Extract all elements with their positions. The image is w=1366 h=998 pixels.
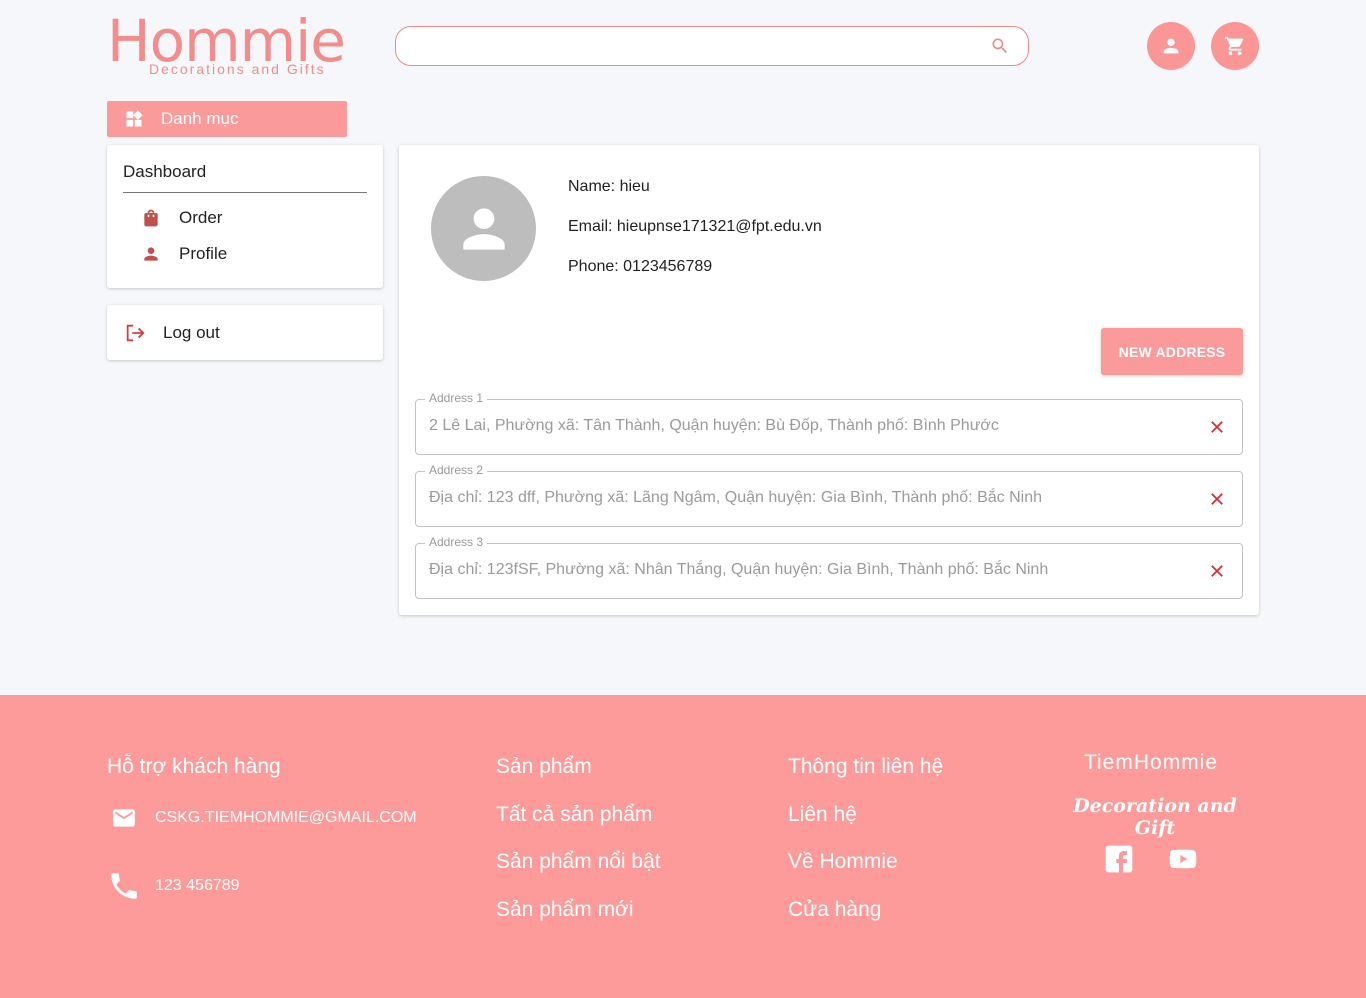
products-title: Sản phẩm	[496, 755, 592, 778]
person-icon	[144, 247, 158, 261]
footer-link[interactable]: Sản phẩm mới	[496, 898, 634, 922]
profile-email: Email: hieupnse171321@fpt.edu.vn	[568, 218, 822, 235]
search-icon[interactable]	[990, 36, 1010, 56]
dashboard-title: Dashboard	[123, 162, 207, 181]
divider	[123, 192, 367, 193]
address-value[interactable]: 2 Lê Lai, Phường xã: Tân Thành, Quận huy…	[429, 417, 999, 435]
new-address-button[interactable]: NEW ADDRESS	[1101, 328, 1243, 375]
support-phone[interactable]: 123 456789	[107, 869, 240, 903]
profile-card: Name: hieu Email: hieupnse171321@fpt.edu…	[399, 145, 1259, 615]
address-value[interactable]: Địa chỉ: 123fSF, Phường xã: Nhân Thắng, …	[429, 561, 1048, 579]
brand-title: TiemHommie	[1083, 751, 1219, 774]
sidebar-item-order[interactable]: Order	[141, 204, 222, 232]
close-icon[interactable]	[1208, 562, 1226, 580]
person-icon	[462, 207, 505, 250]
address-field[interactable]: Address 1 2 Lê Lai, Phường xã: Tân Thành…	[415, 391, 1243, 455]
support-email[interactable]: CSKG.TIEMHOMMIE@GMAIL.COM	[107, 805, 417, 831]
profile-phone: Phone: 0123456789	[568, 258, 713, 275]
support-title: Hỗ trợ khách hàng	[107, 755, 281, 778]
mail-icon	[113, 809, 135, 827]
account-button[interactable]	[1147, 22, 1195, 70]
logo-tagline: Decorations and Gifts	[149, 61, 326, 77]
support-email-text: CSKG.TIEMHOMMIE@GMAIL.COM	[155, 809, 417, 826]
close-icon[interactable]	[1208, 418, 1226, 436]
address-label: Address 2	[425, 463, 488, 477]
logout-label: Log out	[163, 322, 220, 342]
cart-icon	[1224, 36, 1244, 56]
sidebar-item-profile[interactable]: Profile	[141, 240, 227, 268]
sidebar-item-label: Order	[179, 208, 223, 227]
search-input[interactable]	[410, 35, 970, 57]
footer: Hỗ trợ khách hàng CSKG.TIEMHOMMIE@GMAIL.…	[0, 695, 1366, 998]
footer-link[interactable]: Về Hommie	[788, 850, 898, 874]
support-phone-text: 123 456789	[155, 877, 240, 894]
contact-title: Thông tin liên hệ	[788, 755, 944, 778]
logout-button[interactable]: Log out	[107, 305, 383, 360]
avatar	[431, 176, 536, 281]
facebook-icon[interactable]	[1102, 843, 1136, 875]
footer-link[interactable]: Liên hệ	[788, 803, 857, 827]
cart-button[interactable]	[1211, 22, 1259, 70]
profile-name: Name: hieu	[568, 178, 650, 195]
address-field[interactable]: Address 3 Địa chỉ: 123fSF, Phường xã: Nh…	[415, 535, 1243, 599]
sidebar-item-label: Profile	[179, 244, 228, 263]
logout-icon	[126, 324, 145, 341]
category-label: Danh mục	[161, 109, 239, 128]
close-icon[interactable]	[1208, 490, 1226, 508]
footer-link[interactable]: Tất cả sản phẩm	[496, 803, 652, 827]
youtube-icon[interactable]	[1166, 843, 1200, 875]
sidebar-menu: Dashboard Order Profile	[107, 145, 383, 288]
phone-icon	[111, 873, 137, 899]
address-field[interactable]: Address 2 Địa chỉ: 123 dff, Phường xã: L…	[415, 463, 1243, 527]
footer-link[interactable]: Sản phẩm nổi bật	[496, 850, 661, 874]
brand-subtitle: Decoration and Gift	[1073, 795, 1237, 839]
person-icon	[1163, 38, 1179, 54]
category-button[interactable]: Danh mục	[107, 101, 347, 137]
shopping-bag-icon	[144, 209, 158, 227]
search-bar[interactable]	[395, 26, 1029, 66]
dashboard-icon	[126, 110, 143, 127]
address-value[interactable]: Địa chỉ: 123 dff, Phường xã: Lãng Ngâm, …	[429, 489, 1042, 507]
logo[interactable]: Hommie Decorations and Gifts	[107, 10, 347, 80]
address-label: Address 3	[425, 535, 488, 549]
footer-link[interactable]: Cửa hàng	[788, 898, 881, 922]
address-label: Address 1	[425, 391, 488, 405]
